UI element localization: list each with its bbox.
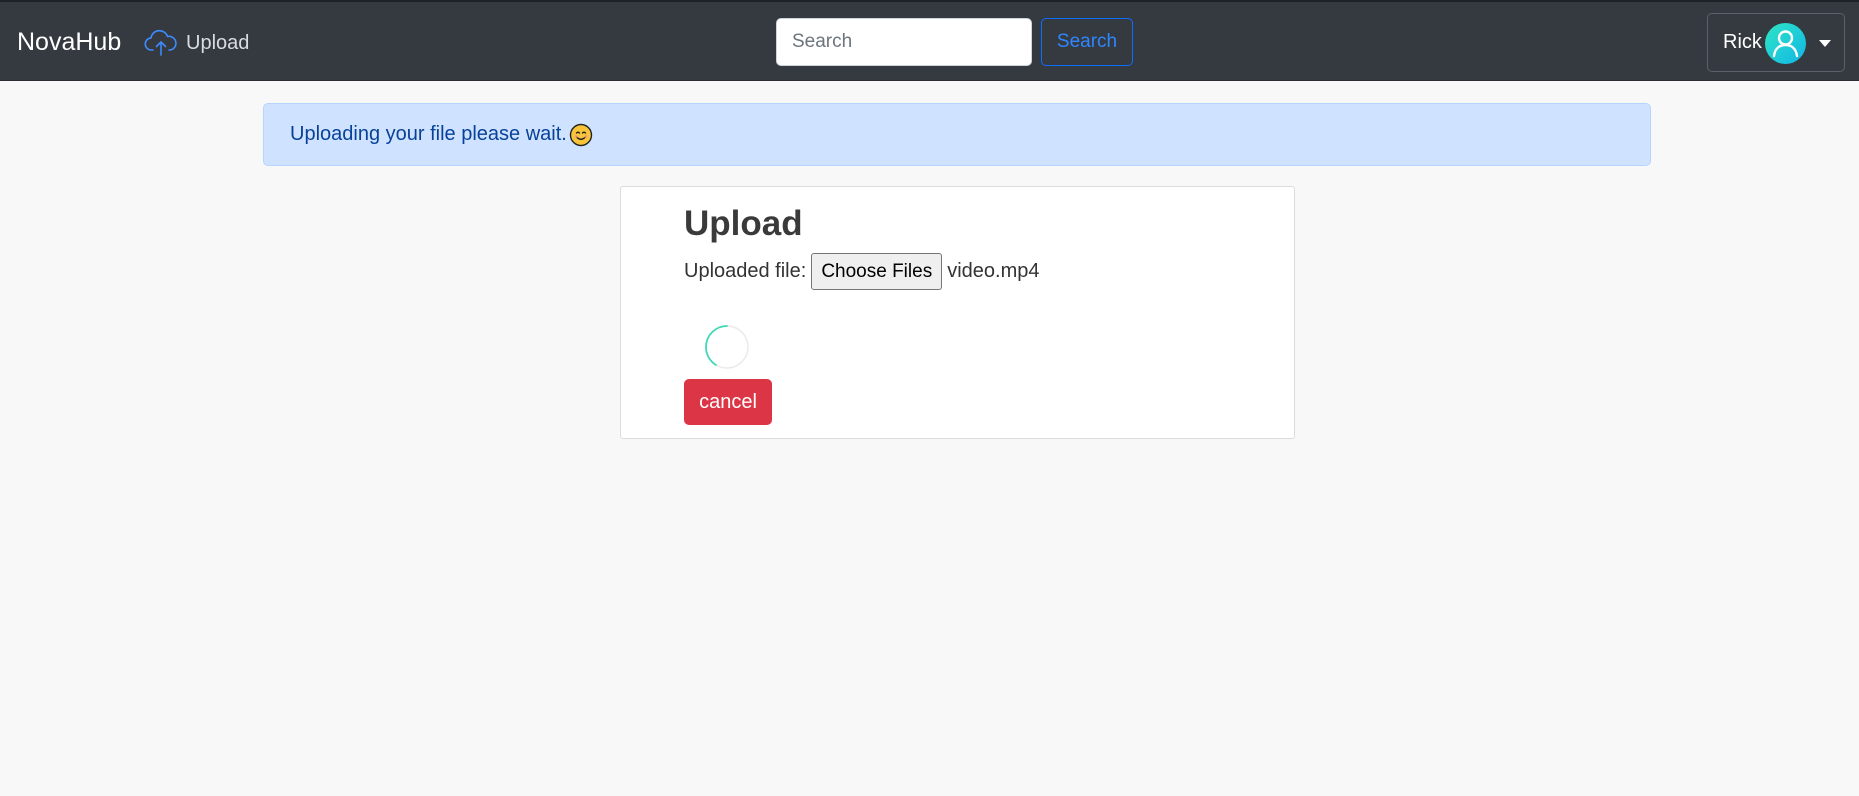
chevron-down-icon xyxy=(1819,40,1831,47)
upload-card: Upload Uploaded file: Choose Files video… xyxy=(620,186,1295,439)
user-name: Rick xyxy=(1723,31,1762,53)
user-avatar-icon xyxy=(1765,23,1806,64)
smiling-face-emoji xyxy=(569,123,593,146)
nav-upload-label: Upload xyxy=(186,31,250,54)
user-menu-button[interactable]: Rick xyxy=(1707,13,1845,72)
upload-status-alert: Uploading your file please wait. xyxy=(263,103,1651,166)
top-navbar: NovaHub Upload Search Rick xyxy=(0,0,1859,81)
file-input-row: Uploaded file: Choose Files video.mp4 xyxy=(684,253,1039,290)
cancel-button[interactable]: cancel xyxy=(684,379,772,425)
choose-files-button[interactable]: Choose Files xyxy=(811,253,943,290)
loading-spinner-icon xyxy=(705,325,749,369)
search-button[interactable]: Search xyxy=(1041,18,1133,66)
cloud-upload-icon xyxy=(144,29,177,56)
selected-file-name: video.mp4 xyxy=(947,260,1040,282)
nav-upload-link[interactable]: Upload xyxy=(144,28,249,58)
upload-title: Upload xyxy=(684,204,803,243)
alert-message: Uploading your file please wait. xyxy=(290,123,567,145)
search-input[interactable] xyxy=(776,18,1032,66)
file-label: Uploaded file: xyxy=(684,260,807,282)
brand-logo[interactable]: NovaHub xyxy=(17,28,121,57)
